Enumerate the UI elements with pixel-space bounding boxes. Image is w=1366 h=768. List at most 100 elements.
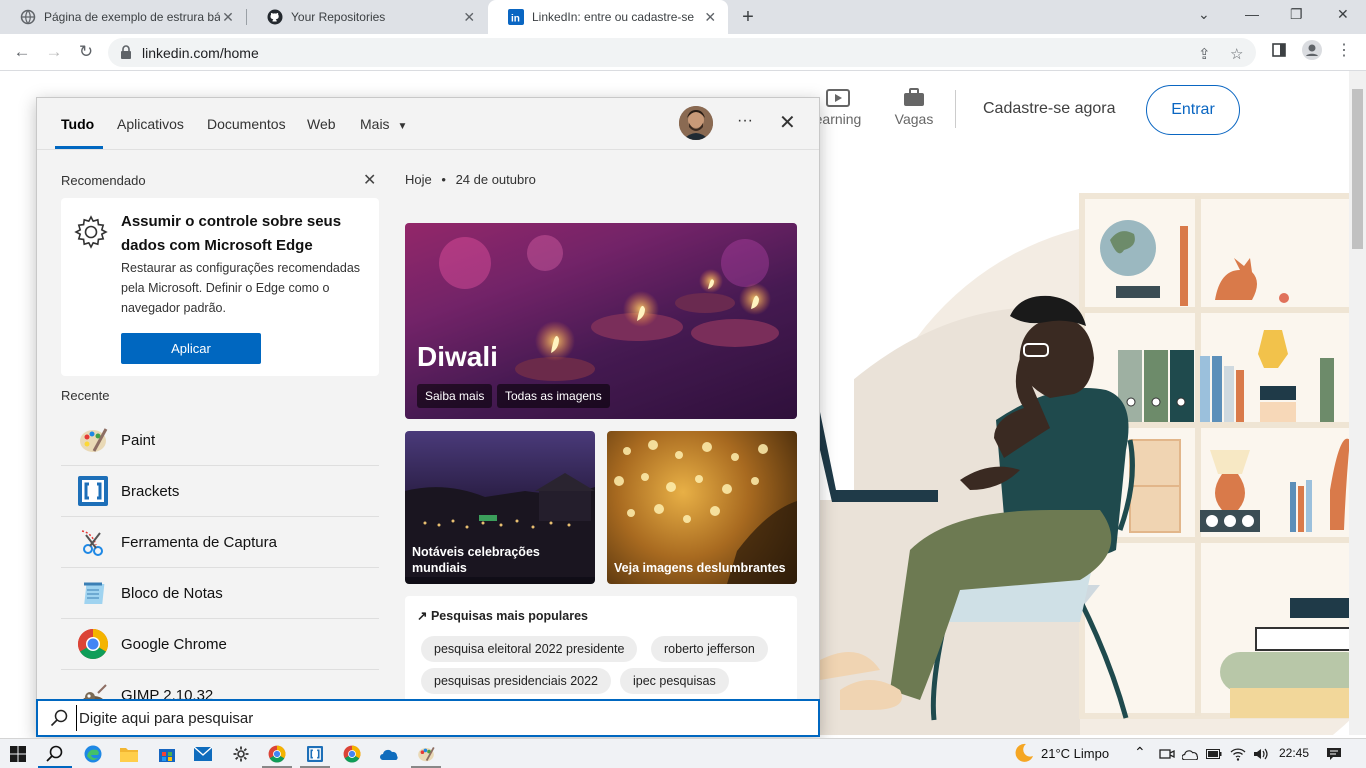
battery-icon[interactable]: [1205, 745, 1223, 763]
minimize-button[interactable]: —: [1245, 6, 1259, 22]
new-tab-button[interactable]: +: [738, 6, 758, 29]
profile-avatar-icon[interactable]: [1302, 40, 1322, 64]
chrome-icon[interactable]: [343, 745, 361, 763]
recommendation-title: Assumir o controle sobre seus dados com …: [121, 213, 342, 254]
tab-title: Página de exemplo de estrura bá: [44, 10, 220, 24]
popular-searches-title: ↗ Pesquisas mais populares: [417, 608, 588, 623]
celebrations-card[interactable]: Notáveis celebrações mundiais: [405, 431, 595, 584]
search-chip[interactable]: roberto jefferson: [651, 636, 768, 662]
learning-icon: [826, 89, 850, 111]
close-window-button[interactable]: ✕: [1337, 6, 1349, 23]
tab-all[interactable]: Tudo: [61, 116, 94, 132]
close-icon[interactable]: ✕: [779, 110, 796, 135]
restore-button[interactable]: ❐: [1290, 6, 1303, 23]
recent-item-notepad[interactable]: Bloco de Notas: [61, 568, 379, 619]
app-name: Brackets: [121, 482, 180, 500]
tab-documents[interactable]: Documentos: [207, 116, 286, 132]
weather-moon-icon[interactable]: [1012, 742, 1034, 764]
recommendation-card: Assumir o controle sobre seus dados com …: [61, 198, 379, 376]
github-icon: [267, 9, 283, 25]
tab-apps[interactable]: Aplicativos: [117, 116, 184, 132]
back-button[interactable]: ←: [12, 42, 32, 62]
close-tab-icon[interactable]: ✕: [462, 9, 478, 26]
notifications-icon[interactable]: [1325, 745, 1343, 763]
reload-button[interactable]: ↻: [76, 42, 96, 62]
forward-button[interactable]: →: [44, 42, 64, 62]
clock-time[interactable]: 22:45: [1279, 746, 1309, 760]
search-chip[interactable]: ipec pesquisas: [620, 668, 729, 694]
bookmark-star-icon[interactable]: ☆: [1230, 45, 1243, 63]
tab-web[interactable]: Web: [307, 116, 336, 132]
apply-button[interactable]: Aplicar: [121, 333, 261, 364]
search-chip[interactable]: pesquisa eleitoral 2022 presidente: [421, 636, 638, 662]
briefcase-icon: [902, 88, 926, 111]
recent-item-chrome[interactable]: Google Chrome: [61, 619, 379, 670]
show-hidden-icons-chevron-icon[interactable]: ⌃: [1134, 744, 1146, 761]
search-input[interactable]: [76, 705, 776, 731]
chevron-down-icon: ▼: [397, 121, 408, 132]
sign-in-button[interactable]: Entrar: [1146, 85, 1240, 135]
close-tab-icon[interactable]: ✕: [220, 9, 236, 26]
onedrive-cloud-icon[interactable]: [1181, 745, 1199, 763]
tab-more[interactable]: Mais ▼: [360, 116, 407, 132]
recent-item-paint[interactable]: Paint: [61, 415, 379, 466]
avatar[interactable]: [679, 106, 713, 140]
onedrive-icon[interactable]: [380, 745, 398, 763]
search-box[interactable]: [36, 699, 820, 737]
paint-icon: [77, 424, 109, 456]
learn-more-button[interactable]: Saiba mais: [417, 384, 493, 408]
join-now-link[interactable]: Cadastre-se agora: [983, 100, 1116, 118]
weather-text[interactable]: 21°C Limpo: [1041, 746, 1109, 761]
settings-gear-icon[interactable]: [232, 745, 250, 763]
today-label: Hoje: [405, 172, 432, 187]
tab-search-chevron-icon[interactable]: ⌄: [1198, 6, 1210, 23]
popular-searches: ↗ Pesquisas mais populares pesquisa elei…: [405, 596, 797, 716]
browser-menu-icon[interactable]: ⋮: [1336, 40, 1352, 60]
app-name: Ferramenta de Captura: [121, 533, 277, 551]
mail-icon[interactable]: [194, 745, 212, 763]
dismiss-recommendation-icon[interactable]: ✕: [363, 170, 376, 190]
browser-toolbar: ← → ↻ linkedin.com/home ⇪ ☆ ⋮: [0, 34, 1366, 71]
volume-icon[interactable]: [1252, 745, 1270, 763]
recommended-heading: Recomendado: [61, 173, 146, 188]
tab-repositories[interactable]: Your Repositories ✕: [247, 0, 487, 34]
recent-item-brackets[interactable]: Brackets: [61, 466, 379, 517]
app-name: Google Chrome: [121, 635, 227, 653]
search-icon[interactable]: [46, 745, 64, 763]
recent-list: Paint Brackets Ferramenta de Captura Blo…: [61, 415, 379, 721]
diwali-hero-card[interactable]: Diwali Saiba mais Todas as imagens: [405, 223, 797, 419]
card-title: Notáveis celebrações mundiais: [412, 545, 540, 575]
search-filter-tabs: Tudo Aplicativos Documentos Web Mais ▼ ·…: [37, 98, 819, 150]
more-options-icon[interactable]: ···: [737, 112, 753, 130]
scissors-icon: [77, 526, 109, 558]
scrollbar-thumb[interactable]: [1352, 89, 1363, 249]
search-chip[interactable]: pesquisas presidenciais 2022: [421, 668, 611, 694]
close-tab-icon[interactable]: ✕: [703, 9, 719, 26]
lock-icon[interactable]: [120, 45, 132, 64]
page-scrollbar[interactable]: [1349, 71, 1366, 735]
edge-icon[interactable]: [84, 745, 102, 763]
recent-item-snipping-tool[interactable]: Ferramenta de Captura: [61, 517, 379, 568]
windows-start-icon[interactable]: [9, 745, 27, 763]
address-bar[interactable]: linkedin.com/home ⇪ ☆: [108, 38, 1256, 67]
side-panel-icon[interactable]: [1272, 43, 1286, 61]
wifi-icon[interactable]: [1229, 745, 1247, 763]
paint-icon[interactable]: [417, 745, 435, 763]
today-date: 24 de outubro: [455, 172, 536, 187]
chrome-icon[interactable]: [268, 745, 286, 763]
nav-learning[interactable]: earning: [813, 88, 863, 127]
meet-now-icon[interactable]: [1158, 745, 1176, 763]
svg-text:in: in: [511, 14, 520, 25]
tab-more-label: Mais: [360, 116, 390, 132]
trending-icon: ↗: [417, 609, 428, 623]
stunning-images-card[interactable]: Veja imagens deslumbrantes: [607, 431, 797, 584]
file-explorer-icon[interactable]: [120, 745, 138, 763]
tab-example-page[interactable]: Página de exemplo de estrura bá ✕: [0, 0, 246, 34]
nav-jobs[interactable]: Vagas: [889, 88, 939, 127]
share-icon[interactable]: ⇪: [1198, 45, 1211, 63]
store-icon[interactable]: [158, 745, 176, 763]
brackets-icon[interactable]: [306, 745, 324, 763]
app-name: Bloco de Notas: [121, 584, 223, 602]
tab-linkedin[interactable]: in LinkedIn: entre ou cadastre-se ✕: [488, 0, 728, 34]
all-images-button[interactable]: Todas as imagens: [497, 384, 610, 408]
